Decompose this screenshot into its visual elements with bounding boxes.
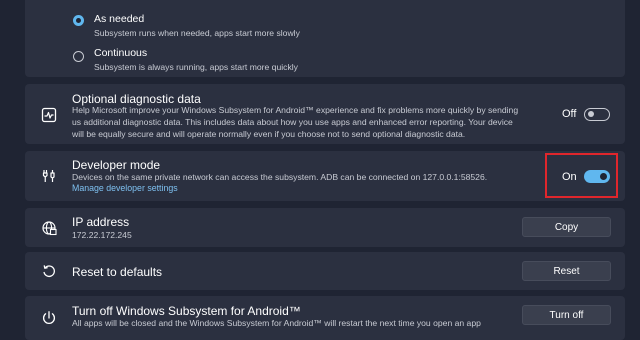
turn-off-title: Turn off Windows Subsystem for Android™ bbox=[72, 304, 301, 318]
as-needed-label: As needed bbox=[94, 13, 145, 25]
developer-mode-description: Devices on the same private network can … bbox=[72, 172, 488, 182]
continuous-description: Subsystem is always running, apps start … bbox=[94, 62, 298, 72]
reset-card: Reset to defaults Reset bbox=[25, 252, 625, 290]
toggle-highlight-box bbox=[545, 153, 618, 198]
diagnostic-description-line-3: will be equally secure and will operate … bbox=[72, 129, 466, 139]
diagnostic-data-card: Optional diagnostic data Help Microsoft … bbox=[25, 84, 625, 144]
developer-mode-title: Developer mode bbox=[72, 158, 161, 172]
copy-button[interactable]: Copy bbox=[522, 217, 611, 237]
developer-mode-card: Developer mode Devices on the same priva… bbox=[25, 151, 625, 201]
toggle-knob bbox=[587, 111, 594, 118]
continuous-radio[interactable] bbox=[73, 51, 84, 62]
diagnostic-chart-icon bbox=[39, 105, 59, 125]
ip-address-value: 172.22.172.245 bbox=[72, 230, 132, 240]
subsystem-resources-card: As needed Subsystem runs when needed, ap… bbox=[25, 0, 625, 77]
as-needed-radio[interactable] bbox=[73, 15, 84, 26]
turn-off-card: Turn off Windows Subsystem for Android™ … bbox=[25, 296, 625, 340]
reset-icon bbox=[39, 261, 59, 281]
manage-developer-settings-link[interactable]: Manage developer settings bbox=[72, 183, 178, 193]
turn-off-description: All apps will be closed and the Windows … bbox=[72, 318, 481, 328]
reset-title: Reset to defaults bbox=[72, 265, 163, 279]
ip-address-title: IP address bbox=[72, 215, 130, 229]
diagnostic-toggle[interactable] bbox=[584, 108, 610, 121]
power-icon bbox=[39, 308, 59, 328]
reset-button[interactable]: Reset bbox=[522, 261, 611, 281]
globe-network-icon bbox=[39, 218, 59, 238]
continuous-label: Continuous bbox=[94, 47, 148, 59]
turn-off-button[interactable]: Turn off bbox=[522, 305, 611, 325]
ip-address-card: IP address 172.22.172.245 Copy bbox=[25, 208, 625, 247]
diagnostic-description-line-1: Help Microsoft improve your Windows Subs… bbox=[72, 105, 519, 115]
diagnostic-description-line-2: us additional diagnostic data. This incl… bbox=[72, 117, 513, 127]
diagnostic-toggle-label: Off bbox=[562, 108, 577, 120]
as-needed-description: Subsystem runs when needed, apps start m… bbox=[94, 28, 300, 38]
developer-tools-icon bbox=[39, 166, 59, 186]
